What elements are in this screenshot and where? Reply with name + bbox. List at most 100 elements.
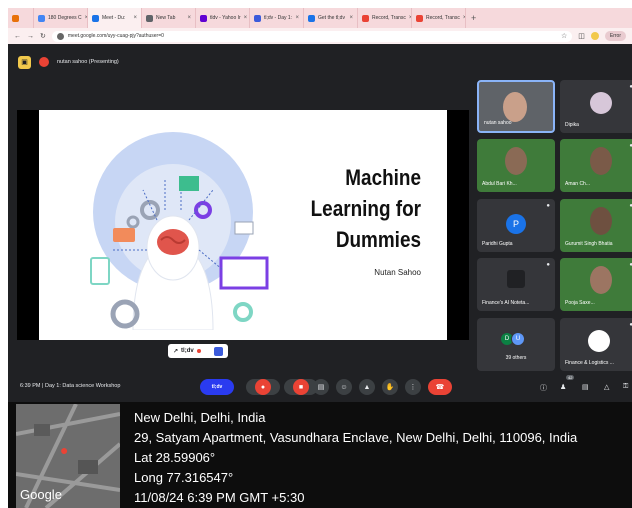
browser-tab[interactable]: Record, Transc×	[412, 8, 466, 28]
geotag-overlay: ● Google New Delhi, Delhi, India 29, Sat…	[8, 402, 632, 508]
profile-icon[interactable]	[590, 32, 599, 40]
participant-tile[interactable]: ● Finance's AI Noteta...	[477, 258, 555, 311]
others-count: 39 others	[505, 355, 527, 361]
participant-initial-avatar: P	[506, 214, 526, 234]
browser-tab[interactable]: tl;dv - Day 1: ×	[250, 8, 304, 28]
people-icon[interactable]: ♟	[560, 383, 566, 391]
participant-tile[interactable]: Abdul Bari Kh...	[477, 139, 555, 192]
participant-tile[interactable]: ● Gurumit Singh Bhatia	[560, 199, 632, 252]
tab-label: tldv - Yahoo Ir	[210, 15, 241, 21]
presentation-icon[interactable]: ▣	[18, 55, 31, 69]
leave-call-button[interactable]: ☎	[428, 379, 452, 395]
browser-tab[interactable]: tldv - Yahoo Ir ×	[196, 8, 250, 28]
participant-name: Aman Ch...	[565, 181, 591, 187]
tab-label: Get the tl;dv	[318, 15, 345, 21]
others-tile[interactable]: D U 39 others	[477, 318, 555, 371]
participant-logo	[588, 330, 610, 352]
tab-label: Record, Transc	[426, 15, 460, 21]
browser-tab[interactable]: New Tab ×	[142, 8, 196, 28]
participant-tile[interactable]: ● Finance & Logistics ...	[560, 318, 632, 371]
geo-latitude: Lat 28.59906°	[134, 450, 216, 465]
map-thumbnail: ● Google	[16, 404, 120, 508]
error-pill[interactable]: Error	[604, 31, 626, 41]
bot-avatar	[507, 270, 525, 288]
extensions-icon[interactable]: ◫	[578, 32, 585, 40]
slide-author: Nutan Sahoo	[374, 268, 421, 277]
emoji-button[interactable]: ☺	[336, 379, 352, 395]
host-controls-icon[interactable]: ⚿	[623, 383, 628, 391]
participant-name: Finance's AI Noteta...	[482, 300, 530, 306]
url-text: meet.google.com/uyy-cuag-pjy?authuser=0	[67, 33, 164, 39]
geo-longitude: Long 77.316547°	[134, 470, 234, 485]
tab-close-icon[interactable]: ×	[133, 15, 137, 21]
chat-icon[interactable]: ▤	[582, 383, 589, 391]
browser-tab-bar: 180 Degrees C × Meet - Du: × New Tab × tldv - …	[8, 8, 632, 28]
reload-icon[interactable]: ↻	[40, 32, 46, 40]
presenter-avatar	[39, 57, 49, 67]
tab-close-icon[interactable]: ×	[187, 15, 191, 21]
tab-label: Meet - Du:	[102, 15, 126, 21]
present-button[interactable]: ▲	[359, 379, 375, 395]
tab-close-icon[interactable]: ×	[295, 15, 299, 21]
participant-avatar	[590, 92, 612, 114]
meeting-info: 6:39 PM | Day 1: Data science Workshop	[20, 383, 121, 389]
geo-address: 29, Satyam Apartment, Vasundhara Enclave…	[134, 430, 578, 445]
participant-video	[590, 266, 612, 294]
address-bar: ← → ↻ meet.google.com/uyy-cuag-pjy?authu…	[8, 28, 632, 44]
browser-tab[interactable]: 180 Degrees C ×	[34, 8, 88, 28]
participant-tile[interactable]: nutan sahoo	[477, 80, 555, 133]
tldv-button[interactable]: tl;dv	[200, 379, 234, 395]
back-icon[interactable]: ←	[14, 33, 21, 40]
camera-off-icon[interactable]: ■	[293, 379, 309, 395]
tab-close-icon[interactable]: ×	[244, 15, 248, 21]
others-avatars: D U	[500, 332, 525, 346]
bookmark-star-icon[interactable]: ☆	[561, 32, 567, 40]
participant-video	[505, 147, 527, 175]
new-tab-icon[interactable]: +	[466, 13, 476, 23]
tldv-panel-icon[interactable]	[214, 346, 223, 356]
participant-name: Dipika	[565, 122, 579, 128]
people-count-badge: 42	[566, 375, 575, 380]
participant-name: Gurumit Singh Bhatia	[565, 241, 613, 247]
browser-tab[interactable]: Get the tl;dv ×	[304, 8, 358, 28]
site-info-icon[interactable]	[56, 32, 64, 40]
tab-label: 180 Degrees C	[48, 15, 82, 21]
browser-tab[interactable]: Meet - Du: ×	[88, 8, 142, 28]
google-logo: Google	[20, 487, 62, 502]
participant-tile[interactable]: ● Dipika	[560, 80, 632, 133]
tldv-recording-badge[interactable]: ↗ tl;dv	[168, 344, 228, 358]
forward-icon[interactable]: →	[27, 33, 34, 40]
participant-video	[590, 207, 612, 235]
tab-favicon-icon	[308, 14, 315, 22]
tldv-button-label: tl;dv	[211, 384, 223, 390]
control-bar: 6:39 PM | Day 1: Data science Workshop t…	[8, 375, 632, 398]
presenting-bar: ▣ nutan sahoo (Presenting)	[18, 54, 119, 70]
url-field[interactable]: meet.google.com/uyy-cuag-pjy?authuser=0 …	[51, 30, 573, 42]
mic-off-icon[interactable]: ●	[255, 379, 271, 395]
location-pin-icon: ●	[60, 442, 69, 458]
more-options-button[interactable]: ⋮	[405, 379, 421, 395]
others-avatar: U	[511, 332, 525, 346]
participant-video	[503, 92, 527, 122]
raise-hand-button[interactable]: ✋	[382, 379, 398, 395]
tab-favicon-icon	[362, 14, 369, 22]
participant-tile[interactable]: P ● Paridhi Gupta	[477, 199, 555, 252]
info-icon[interactable]: ⓘ	[540, 383, 547, 393]
captions-button[interactable]: ▤	[313, 379, 329, 395]
presenter-label: nutan sahoo (Presenting)	[57, 59, 119, 65]
mic-off-icon: ●	[546, 203, 550, 209]
browser-tab[interactable]	[8, 8, 34, 28]
slide: Machine Learning for Dummies Nutan Sahoo	[39, 110, 447, 340]
participant-tile[interactable]: ● Pooja Saxe...	[560, 258, 632, 311]
tab-close-icon[interactable]: ×	[349, 15, 353, 21]
participant-tile[interactable]: ● Aman Ch...	[560, 139, 632, 192]
activities-icon[interactable]: △	[604, 383, 609, 391]
tab-favicon-icon	[12, 14, 19, 22]
geo-datetime: 11/08/24 6:39 PM GMT +5:30	[134, 490, 305, 505]
tldv-logo-icon: ↗	[173, 348, 179, 355]
mic-off-icon: ●	[546, 262, 550, 268]
ml-illustration	[90, 132, 269, 330]
participant-name: Finance & Logistics ...	[565, 360, 614, 366]
browser-tab[interactable]: Record, Transc×	[358, 8, 412, 28]
mic-options-button[interactable]: ●	[246, 379, 280, 395]
